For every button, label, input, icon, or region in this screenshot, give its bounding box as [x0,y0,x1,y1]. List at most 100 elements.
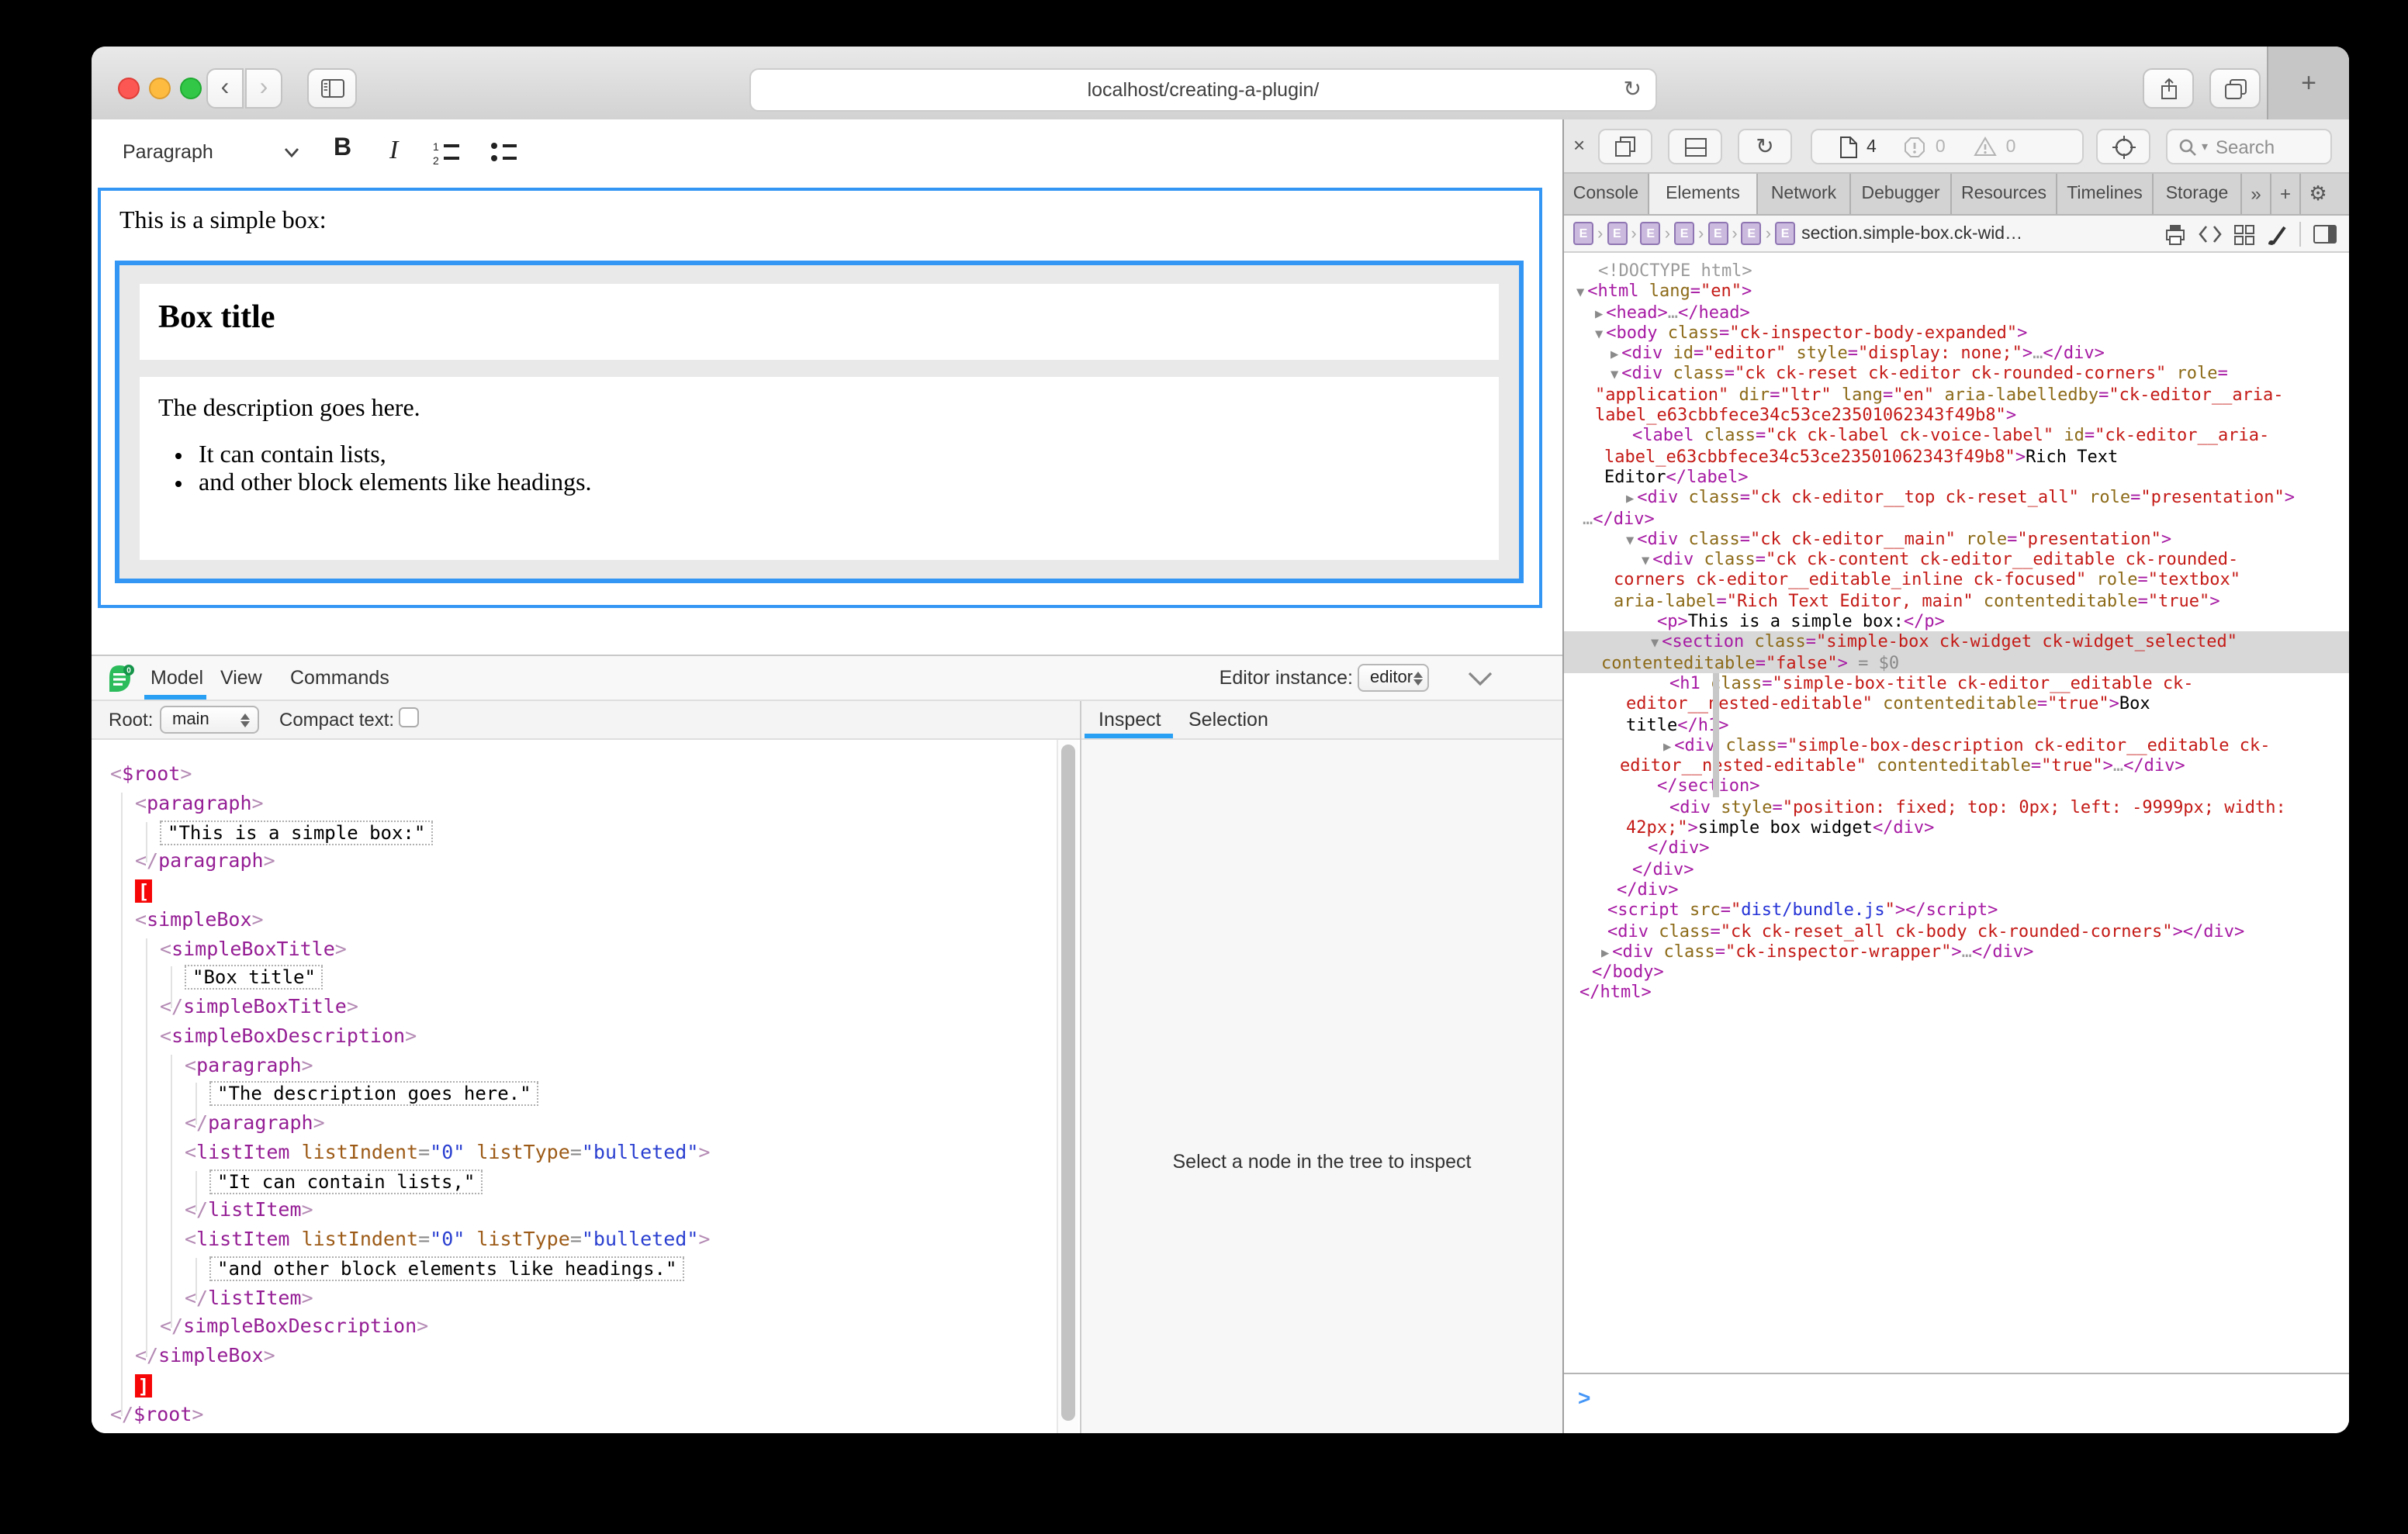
dom-tree-line[interactable]: </div> [1564,838,2349,859]
new-tab-button[interactable]: + [2267,47,2349,119]
devtools-tab-timelines[interactable]: Timelines [2057,174,2154,214]
dom-tree-line-selected[interactable]: ▼<section class="simple-box ck-widget ck… [1564,632,2349,653]
url-bar[interactable]: localhost/creating-a-plugin/ ↻ [749,68,1657,112]
back-button[interactable]: ‹ [206,68,244,109]
zoom-window-button[interactable] [180,78,202,99]
show-tabs-button[interactable] [2209,68,2261,109]
add-tab-icon[interactable]: + [2271,174,2301,214]
dom-tree-line[interactable]: ▼<body class="ck-inspector-body-expanded… [1564,323,2349,344]
dom-tree-line[interactable]: <p>This is a simple box:</p> [1564,611,2349,632]
dom-tree-line[interactable]: <div class="ck ck-reset_all ck-body ck-r… [1564,921,2349,941]
dom-tree-line[interactable]: "application" dir="ltr" lang="en" aria-l… [1564,385,2349,406]
dom-tree-line[interactable]: editor__nested-editable" contenteditable… [1564,755,2349,776]
selected-element-crumb[interactable]: section.simple-box.ck-wid… [1801,224,2022,243]
dom-tree-line[interactable]: ▶<div class="simple-box-description ck-e… [1564,735,2349,756]
root-select[interactable]: main [160,706,259,734]
dom-tree-line[interactable]: </div> [1564,879,2349,900]
dock-bottom-button[interactable] [1668,129,1722,164]
model-tree-line[interactable]: "It can contain lists," [92,1167,1057,1197]
resource-summary-group[interactable]: 4 0 0 [1811,129,2084,164]
dom-tree-line[interactable]: …</div> [1564,508,2349,529]
model-tree-line[interactable]: </listItem> [92,1284,1057,1313]
inspect-pane-tab-inspect[interactable]: Inspect [1098,709,1161,731]
italic-button[interactable]: I [389,135,398,166]
devtools-tab-resources[interactable]: Resources [1952,174,2057,214]
dom-tree-line[interactable]: <script src="dist/bundle.js"></script> [1564,900,2349,921]
forward-button[interactable]: › [245,68,282,109]
model-tree-line[interactable]: <simpleBox> [92,906,1057,935]
search-input[interactable]: ▾ Search [2166,129,2332,164]
reload-icon[interactable]: ↻ [1624,76,1642,102]
inspector-tab-model[interactable]: Model [150,667,203,689]
element-crumb-icon[interactable]: E [1707,222,1728,245]
element-crumb-icon[interactable]: E [1775,222,1795,245]
model-tree-line[interactable]: </simpleBox> [92,1342,1057,1371]
toggle-right-sidebar-icon[interactable] [2313,225,2337,244]
model-tree-line[interactable]: [ [92,876,1057,906]
dom-tree-line[interactable]: editor__nested-editable" contenteditable… [1564,693,2349,714]
sidebar-button[interactable] [307,68,357,109]
dom-tree-line[interactable]: <div style="position: fixed; top: 0px; l… [1564,796,2349,817]
model-tree-line[interactable]: "Box title" [92,964,1057,993]
model-tree-line[interactable]: <simpleBoxDescription> [92,1022,1057,1052]
dom-tree-line[interactable]: ▼<div class="ck ck-editor__main" role="p… [1564,529,2349,550]
dom-tree-line[interactable]: title</h1> [1564,714,2349,735]
quick-console[interactable]: > [1564,1373,2349,1433]
dom-tree-line[interactable]: </body> [1564,962,2349,983]
settings-gear-icon[interactable]: ⚙ [2301,174,2335,214]
element-crumb-icon[interactable]: E [1573,222,1593,245]
scrollbar-thumb[interactable] [1061,745,1075,1421]
model-tree-line[interactable]: <listItem listIndent="0" listType="bulle… [92,1225,1057,1255]
layout-grid-icon[interactable] [2234,224,2254,244]
model-tree-line[interactable]: "This is a simple box:" [92,818,1057,848]
dom-tree-line[interactable]: </html> [1564,983,2349,1004]
simple-box-title[interactable]: Box title [140,284,1499,360]
model-tree-line[interactable]: "and other block elements like headings.… [92,1255,1057,1284]
model-tree-line[interactable]: </simpleBoxTitle> [92,993,1057,1022]
model-tree-line[interactable]: <listItem listIndent="0" listType="bulle… [92,1138,1057,1168]
close-window-button[interactable] [118,78,140,99]
reload-page-button[interactable]: ↻ [1738,129,1792,164]
share-button[interactable] [2143,68,2194,109]
dom-tree-line[interactable]: ▶<div class="ck-inspector-wrapper">…</di… [1564,941,2349,962]
dom-tree-line[interactable]: <label class="ck ck-label ck-voice-label… [1564,426,2349,447]
model-tree-line[interactable]: <paragraph> [92,1051,1057,1080]
devtools-tab-storage[interactable]: Storage [2154,174,2242,214]
element-picker-button[interactable] [2096,129,2150,164]
dom-tree-line-selected[interactable]: contenteditable="false"> = $0 [1564,652,2349,673]
intro-paragraph[interactable]: This is a simple box: [119,208,327,236]
element-crumb-icon[interactable]: E [1607,222,1627,245]
source-code-icon[interactable] [2199,225,2222,244]
model-tree-line[interactable]: </listItem> [92,1197,1057,1226]
element-crumb-icon[interactable]: E [1742,222,1762,245]
bold-button[interactable]: B [334,135,351,163]
dom-tree-line[interactable]: label_e63cbbfece34c53ce23501062343f49b8"… [1564,446,2349,467]
model-tree-line[interactable]: <paragraph> [92,789,1057,819]
model-tree-line[interactable]: </paragraph> [92,848,1057,877]
dom-tree-line[interactable]: label_e63cbbfece34c53ce23501062343f49b8"… [1564,405,2349,426]
model-tree-line[interactable]: "The description goes here." [92,1080,1057,1110]
dom-tree-line[interactable]: ▼<html lang="en"> [1564,282,2349,302]
tree-scrollbar[interactable] [1057,740,1078,1433]
dom-tree-line[interactable]: ▶<head>…</head> [1564,302,2349,323]
dom-tree-line[interactable]: <!DOCTYPE html> [1564,261,2349,282]
devtools-tab-network[interactable]: Network [1758,174,1851,214]
devtools-tab-console[interactable]: Console [1564,174,1649,214]
dom-tree-line[interactable]: Editor</label> [1564,467,2349,488]
inspector-tab-view[interactable]: View [220,667,262,689]
element-crumb-icon[interactable]: E [1674,222,1694,245]
chevron-down-icon[interactable] [284,147,299,158]
dom-tree-line[interactable]: ▼<div class="ck ck-reset ck-editor ck-ro… [1564,364,2349,385]
simple-box-widget[interactable]: Box title The description goes here. It … [115,261,1524,583]
dom-tree-line[interactable]: <h1 class="simple-box-title ck-editor__e… [1564,673,2349,694]
dom-tree-line[interactable]: aria-label="Rich Text Editor, main" cont… [1564,591,2349,612]
dom-tree-line[interactable]: corners ck-editor__editable_inline ck-fo… [1564,570,2349,591]
dom-tree-line[interactable]: ▼<div class="ck ck-content ck-editor__ed… [1564,549,2349,570]
editor-instance-select[interactable]: editor [1358,664,1429,692]
numbered-list-icon[interactable]: 12 [433,140,461,164]
collapse-inspector-icon[interactable] [1468,672,1493,687]
element-crumb-icon[interactable]: E [1641,222,1661,245]
dom-tree-line[interactable]: 42px;">simple box widget</div> [1564,817,2349,838]
simple-box-description[interactable]: The description goes here. It can contai… [140,377,1499,560]
model-tree-line[interactable]: </simpleBoxDescription> [92,1313,1057,1342]
